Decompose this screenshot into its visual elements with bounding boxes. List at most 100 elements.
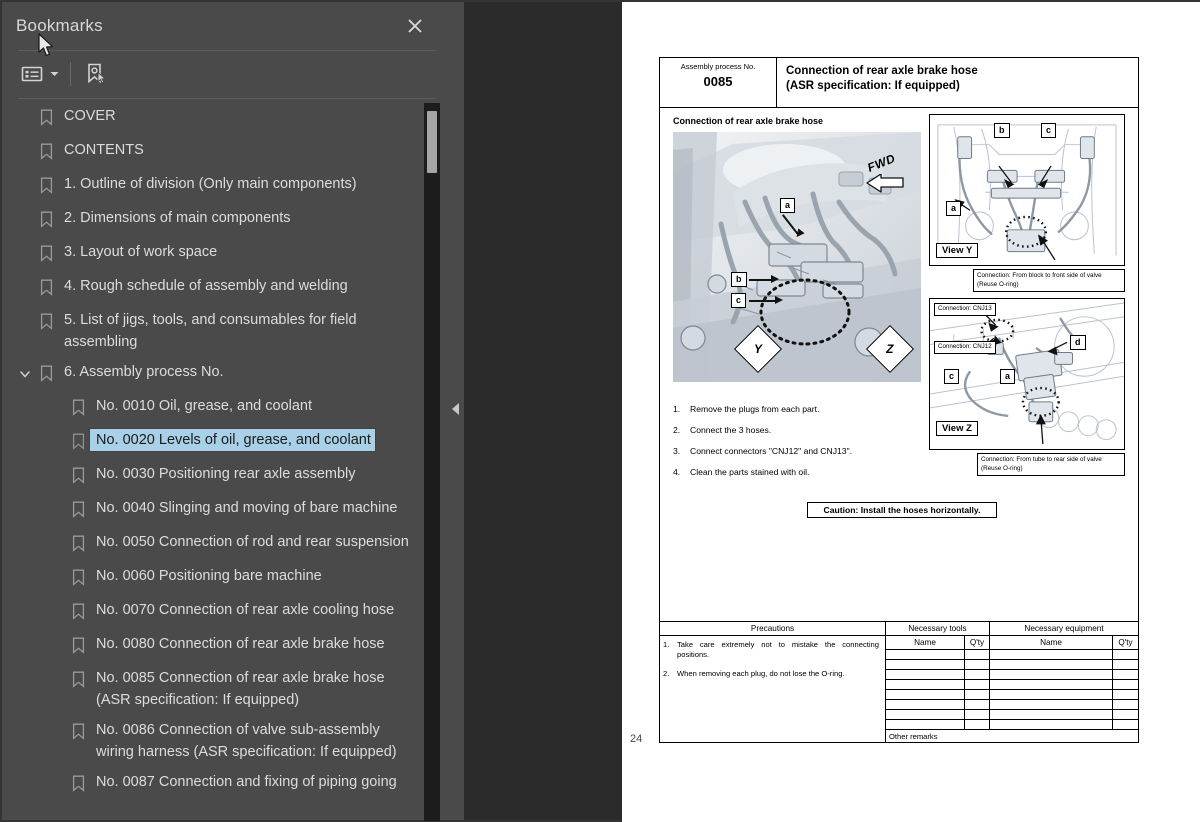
view-y-note: Connection: From block to front side of … xyxy=(973,269,1125,292)
process-number-cell: Assembly process No. 0085 xyxy=(659,57,776,108)
bookmark-item[interactable]: No. 0086 Connection of valve sub-assembl… xyxy=(2,715,428,767)
bookmarks-list[interactable]: COVER CONTENTS 1. Outline of division (Onl… xyxy=(2,101,428,822)
toolbar-divider xyxy=(18,98,436,99)
tools-equipment-cell: Name Q'ty Name Q'ty Other remarks xyxy=(886,636,1138,742)
equipment-name-cell xyxy=(990,690,1113,699)
figure-box: Connection of rear axle brake hose FWD a… xyxy=(659,108,1139,622)
view-z-callout-a: a xyxy=(1000,369,1016,384)
tool-name-cell xyxy=(886,710,965,719)
fwd-direction-arrow: FWD xyxy=(861,151,913,204)
step-number: 1. xyxy=(673,404,681,414)
step-text: Clean the parts stained with oil. xyxy=(690,467,810,477)
bookmark-item[interactable]: No. 0030 Positioning rear axle assembly xyxy=(2,459,428,493)
bookmark-item[interactable]: No. 0050 Connection of rod and rear susp… xyxy=(2,527,428,561)
step-item: 2. Connect the 3 hoses. xyxy=(673,425,923,435)
callout-b-arrowhead xyxy=(771,275,779,283)
bookmark-item[interactable]: No. 0040 Slinging and moving of bare mac… xyxy=(2,493,428,527)
bookmarks-panel: Bookmarks COVER CONTENTS 1. Outline of d… xyxy=(0,0,448,822)
precautions-cell: 1. Take care extremely not to mistake the… xyxy=(660,636,886,742)
bookmark-item[interactable]: No. 0010 Oil, grease, and coolant xyxy=(2,391,428,425)
tool-qty-cell xyxy=(965,680,990,689)
callout-b: b xyxy=(731,272,747,287)
bookmark-icon xyxy=(66,531,90,552)
precaution-number: 2. xyxy=(663,669,670,678)
scrollbar-thumb[interactable] xyxy=(427,111,437,173)
caution-text: Caution: Install the hoses horizontally. xyxy=(823,505,981,515)
tool-name-cell xyxy=(886,660,965,669)
steps-list: 1. Remove the plugs from each part. 2. Conn… xyxy=(673,404,923,488)
equipment-name-header: Name xyxy=(990,636,1113,649)
view-y-callout-b: b xyxy=(994,123,1010,138)
step-number: 3. xyxy=(673,446,681,456)
precaution-number: 1. xyxy=(663,640,670,649)
bookmark-item[interactable]: 4. Rough schedule of assembly and weldin… xyxy=(2,271,428,305)
bookmark-label: 1. Outline of division (Only main compon… xyxy=(64,176,357,192)
precaution-text: Take care extremely not to mistake the c… xyxy=(677,640,879,659)
process-title-cell: Connection of rear axle brake hose (ASR … xyxy=(776,57,1139,108)
step-item: 1. Remove the plugs from each part. xyxy=(673,404,923,414)
bookmark-item[interactable]: CONTENTS xyxy=(2,135,428,169)
callout-a: a xyxy=(780,198,796,213)
view-z-label: View Z xyxy=(936,421,978,436)
equipment-qty-cell xyxy=(1113,720,1138,729)
bookmark-item[interactable]: 3. Layout of work space xyxy=(2,237,428,271)
bookmark-item[interactable]: 5. List of jigs, tools, and consumables … xyxy=(2,305,428,357)
bookmark-label: No. 0085 Connection of rear axle brake h… xyxy=(96,670,389,708)
callout-c: c xyxy=(731,293,747,308)
tool-qty-cell xyxy=(965,720,990,729)
pdf-reader-window: Bookmarks COVER CONTENTS 1. Outline of d… xyxy=(0,0,1200,822)
document-content: Assembly process No. 0085 Connection of … xyxy=(659,57,1139,743)
view-z-cnj13-label: Connection: CNJ13 xyxy=(934,303,996,316)
tool-qty-cell xyxy=(965,710,990,719)
precautions-tools-table: Precautions Necessary tools Necessary eq… xyxy=(659,622,1139,743)
process-title-line2: (ASR specification: If equipped) xyxy=(786,80,960,92)
chevron-down-icon[interactable] xyxy=(49,59,60,89)
bookmark-item[interactable]: COVER xyxy=(2,101,428,135)
view-z-panel: Connection: CNJ13 Connection: CNJ12 d c … xyxy=(929,298,1125,450)
bookmark-icon xyxy=(34,275,58,296)
bookmark-label: 2. Dimensions of main components xyxy=(64,210,291,226)
equipment-name-cell xyxy=(990,700,1113,709)
table-header-row: Precautions Necessary tools Necessary eq… xyxy=(660,622,1138,636)
pdf-viewer-area: Assembly process No. 0085 Connection of … xyxy=(464,0,1200,822)
view-y-note-line1: Connection: From block to front side of … xyxy=(977,272,1102,279)
bookmark-icon xyxy=(34,207,58,228)
process-title-line1: Connection of rear axle brake hose xyxy=(786,65,978,77)
bookmark-item[interactable]: No. 0080 Connection of rear axle brake h… xyxy=(2,629,428,663)
close-icon[interactable] xyxy=(404,15,426,37)
collapse-panel-triangle-left-icon[interactable] xyxy=(450,396,462,422)
bookmark-icon xyxy=(66,497,90,518)
equipment-name-cell xyxy=(990,720,1113,729)
step-text: Connect connectors "CNJ12" and CNJ13". xyxy=(690,446,853,456)
bookmark-label: 3. Layout of work space xyxy=(64,244,218,260)
step-item: 3. Connect connectors "CNJ12" and CNJ13". xyxy=(673,446,923,456)
bookmark-item[interactable]: 2. Dimensions of main components xyxy=(2,203,428,237)
bookmark-item[interactable]: No. 0085 Connection of rear axle brake h… xyxy=(2,663,428,715)
view-z-note: Connection: From tube to rear side of va… xyxy=(977,453,1125,476)
equipment-name-cell xyxy=(990,710,1113,719)
equipment-qty-cell xyxy=(1113,710,1138,719)
tool-name-cell xyxy=(886,670,965,679)
view-z-callout-d: d xyxy=(1070,335,1086,350)
bookmarks-scrollbar[interactable] xyxy=(424,103,440,821)
bookmark-icon xyxy=(34,361,58,382)
table-row xyxy=(886,690,1138,700)
bookmark-item[interactable]: 1. Outline of division (Only main compon… xyxy=(2,169,428,203)
table-row xyxy=(886,650,1138,660)
new-bookmark-icon[interactable] xyxy=(83,59,109,89)
page-number: 24 xyxy=(630,733,643,745)
bookmark-item[interactable]: No. 0070 Connection of rear axle cooling… xyxy=(2,595,428,629)
expand-chevron-down-icon[interactable] xyxy=(16,361,34,387)
bookmark-item[interactable]: No. 0060 Positioning bare machine xyxy=(2,561,428,595)
bookmark-item[interactable]: No. 0087 Connection and fixing of piping… xyxy=(2,767,428,801)
empty-table-rows xyxy=(886,650,1138,730)
options-list-icon[interactable] xyxy=(20,59,44,89)
view-mark-y-label: Y xyxy=(753,341,763,356)
bookmark-item[interactable]: No. 0020 Levels of oil, grease, and cool… xyxy=(2,425,428,459)
step-number: 4. xyxy=(673,467,681,477)
view-mark-z-label: Z xyxy=(886,342,894,356)
bookmark-item[interactable]: 6. Assembly process No. xyxy=(2,357,428,391)
tool-name-cell xyxy=(886,680,965,689)
bookmark-icon xyxy=(34,139,58,160)
tool-qty-cell xyxy=(965,690,990,699)
